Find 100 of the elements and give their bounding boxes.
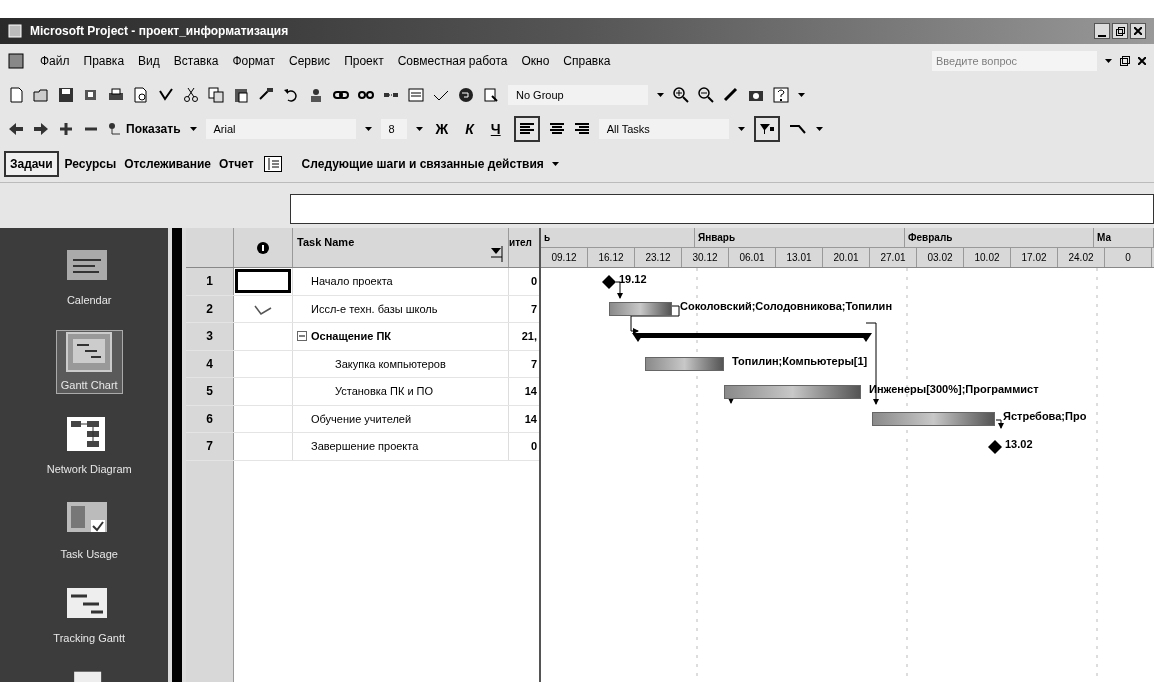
print-icon[interactable] [108,87,124,103]
underline-button[interactable]: Ч [486,118,505,140]
dropdown-icon[interactable] [364,127,372,131]
month-label: ь [544,230,551,245]
minimize-button[interactable] [1094,23,1110,39]
filter-dropdown[interactable]: All Tasks [598,119,729,139]
autofilter-button[interactable] [753,116,780,142]
row-number[interactable]: 2 [186,295,234,322]
splitter-bar[interactable] [172,228,183,682]
plus-icon[interactable] [58,121,74,137]
print-preview-icon[interactable] [133,87,149,103]
group-dropdown[interactable]: No Group [508,85,648,105]
dependency-arrow [630,305,680,334]
duration-cell-text: 21, [521,329,537,344]
dependency-arrow [995,419,1004,429]
row-number[interactable]: 7 [186,433,234,460]
font-dropdown[interactable]: Arial [205,119,356,139]
row-number[interactable]: 5 [186,378,234,405]
guide-tab[interactable]: Задачи [4,151,59,177]
bold-button[interactable]: Ж [431,118,453,140]
task-name: Закупка компьютеров [335,356,446,372]
row-number[interactable]: 3 [186,323,234,350]
align-center-icon[interactable] [548,122,565,136]
save-icon[interactable] [58,87,74,103]
publish-icon[interactable] [83,87,99,103]
dependency-arrow [615,281,623,299]
menu-item[interactable]: Справка [563,52,611,70]
menu-item[interactable]: Вид [138,52,160,70]
view-button[interactable]: Gantt Chart [56,330,122,393]
italic-button[interactable]: К [461,118,478,140]
close-button[interactable] [1130,23,1146,39]
task-info-icon[interactable] [408,87,424,103]
subtasks-icon [108,122,122,136]
copy-picture-icon[interactable] [483,87,499,103]
week-label: 0 [1125,250,1131,265]
menu-item[interactable]: Окно [521,52,550,70]
arrow-right-icon[interactable] [33,121,49,137]
next-steps-dropdown[interactable]: Следующие шаги и связанные действия [301,155,544,173]
dropdown-icon[interactable] [737,127,745,131]
close-icon [1134,27,1142,35]
spelling-icon[interactable] [158,87,174,103]
zoom-in-icon[interactable] [673,87,689,103]
help-search-field[interactable]: Введите вопрос [932,51,1097,71]
guide-tab[interactable]: Отчет [217,153,256,175]
font-size-dropdown[interactable]: 8 [380,119,407,139]
dropdown-icon[interactable] [189,127,197,131]
close-icon[interactable] [1138,57,1146,65]
open-folder-icon[interactable] [33,87,49,103]
week-label: 24.02 [1068,250,1094,265]
row-number[interactable]: 1 [186,268,234,295]
week-label: 06.01 [739,250,765,265]
document-icon[interactable] [8,53,24,69]
selected-cell[interactable] [235,269,291,294]
new-document-icon[interactable] [8,87,24,103]
dropdown-icon[interactable] [815,127,823,131]
duration-cell-text: 0 [530,274,537,289]
dropdown-icon[interactable] [415,127,423,131]
row-number[interactable]: 4 [186,350,234,377]
paste-icon[interactable] [233,87,249,103]
align-right-icon[interactable] [573,122,590,136]
menu-item[interactable]: Совместная работа [397,52,508,70]
view-button[interactable]: Tracking Gantt [49,584,130,647]
view-button[interactable]: Calendar [61,246,118,309]
gantt-wizard-icon[interactable] [788,123,807,135]
help-icon[interactable] [773,87,789,103]
week-label: 23.12 [645,250,671,265]
dropdown-icon[interactable] [551,162,559,166]
entry-field[interactable] [290,194,1154,224]
guide-tab[interactable]: Отслеживание [122,153,213,175]
list-icon[interactable] [263,156,282,172]
column-header[interactable]: ител [509,237,532,248]
column-header[interactable]: Task Name [297,234,355,251]
assign-resources-icon[interactable] [308,87,324,103]
view-button[interactable]: Task Usage [56,499,122,562]
restore-button[interactable] [1112,23,1128,39]
go-to-task-icon[interactable] [723,87,739,103]
menu-item[interactable]: Формат [232,52,276,70]
show-button[interactable]: Показать [108,120,181,138]
restore-icon[interactable] [1120,56,1130,66]
dropdown-icon[interactable] [1105,59,1112,63]
globe-icon[interactable] [458,87,474,103]
view-button[interactable]: Network Diagram [42,415,136,478]
zoom-out-icon[interactable] [698,87,714,103]
collapse-icon[interactable] [297,331,307,342]
menu-item[interactable]: Вставка [173,52,219,70]
dropdown-icon[interactable] [490,246,504,262]
copy-icon[interactable] [208,87,224,103]
guide-tab[interactable]: Ресурсы [62,153,119,175]
undo-icon[interactable] [283,87,299,103]
menu-item[interactable]: Сервис [289,52,331,70]
dropdown-icon[interactable] [798,93,805,97]
align-left-button[interactable] [513,116,540,142]
cut-icon[interactable] [183,87,199,103]
dropdown-icon[interactable] [657,93,664,97]
menu-item[interactable]: Правка [83,52,125,70]
menu-item[interactable]: Проект [344,52,384,70]
align-left-icon [518,122,535,136]
arrow-left-icon[interactable] [8,121,24,137]
menu-item[interactable]: Файл [40,52,70,70]
row-number[interactable]: 6 [186,405,234,432]
